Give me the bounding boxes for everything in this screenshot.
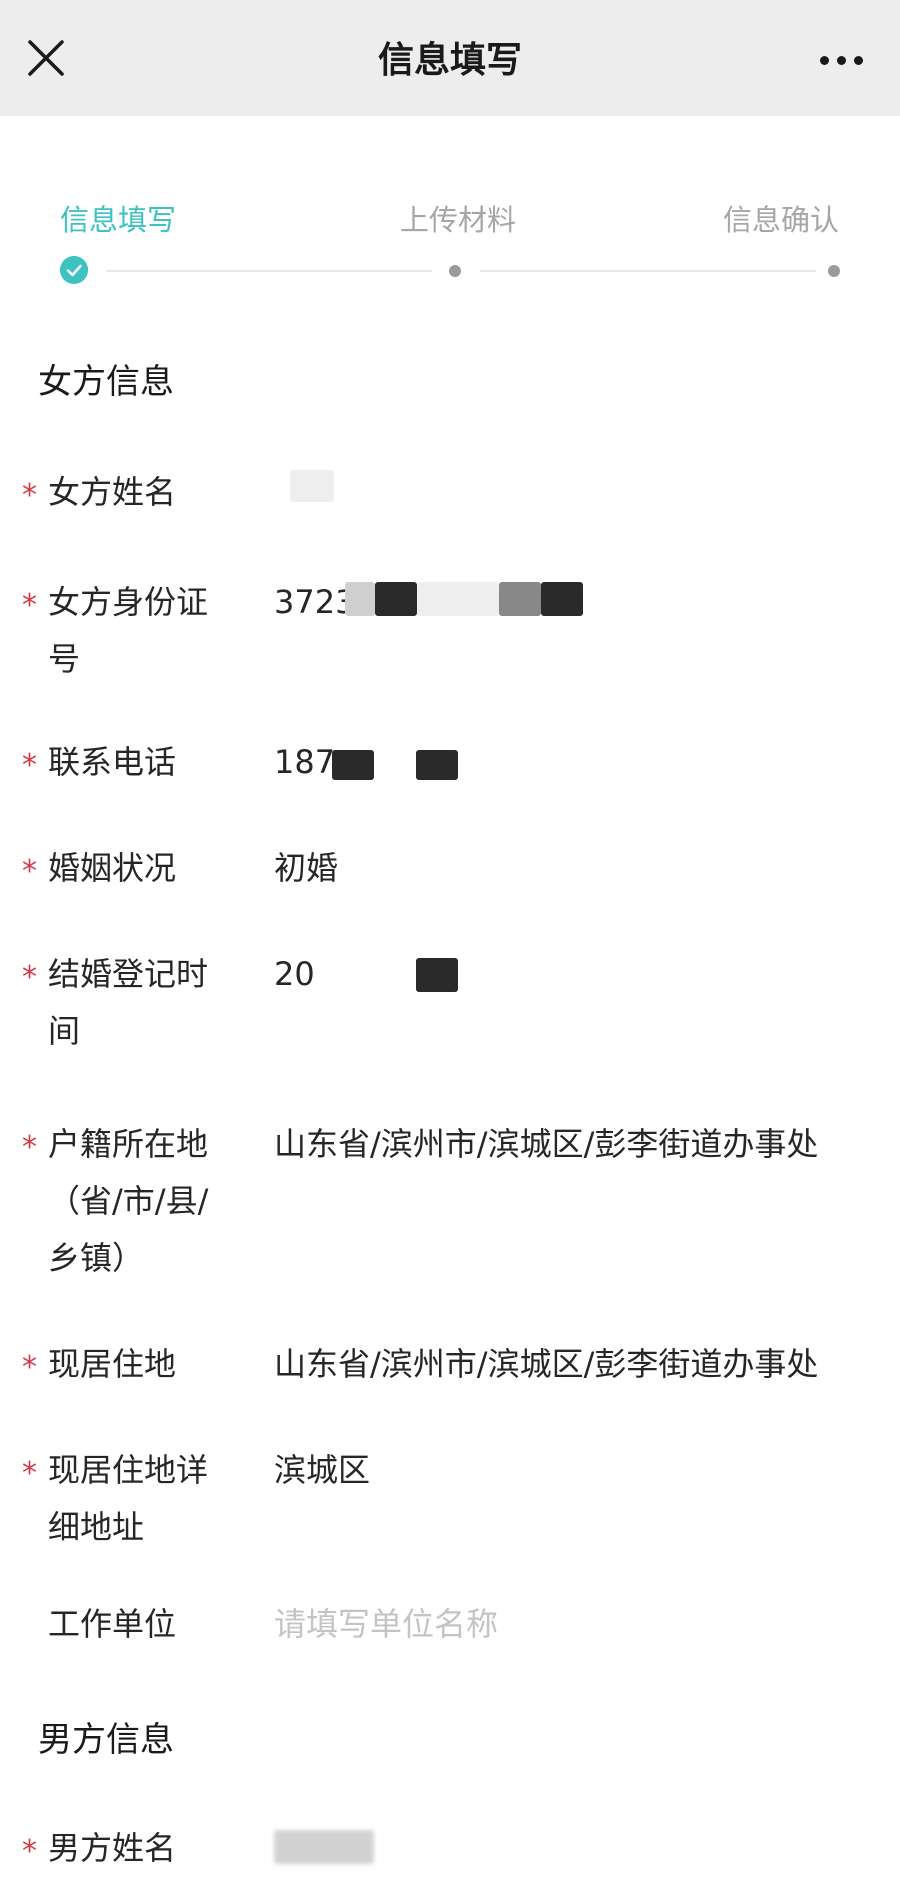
marriage-date-value[interactable]: 20 xyxy=(274,946,315,1003)
redacted-block xyxy=(541,582,583,616)
redacted-block xyxy=(290,470,334,502)
household-registration-value[interactable]: 山东省/滨州市/滨城区/彭李街道办事处 xyxy=(274,1116,818,1173)
male-section-title: 男方信息 xyxy=(38,1720,174,1760)
field-row-female-name[interactable]: * 女方姓名 xyxy=(0,470,900,532)
step-dot-confirm xyxy=(828,265,840,277)
required-star: * xyxy=(22,748,37,783)
required-star: * xyxy=(22,960,37,995)
page-title: 信息填写 xyxy=(377,40,522,81)
required-star: * xyxy=(22,1130,37,1165)
required-star: * xyxy=(22,854,37,889)
field-label: 男方姓名 xyxy=(48,1829,177,1867)
required-star: * xyxy=(22,1834,37,1869)
step-label-confirm: 信息确认 xyxy=(723,203,840,237)
step-label-upload: 上传材料 xyxy=(400,203,517,237)
required-star: * xyxy=(22,1350,37,1385)
form-screen: 信息填写 信息填写 上传材料 信息确认 女方信息 * 女方姓名 * 女方身份证号… xyxy=(0,0,900,1894)
progress-stepper: 信息填写 上传材料 信息确认 xyxy=(0,200,900,290)
redacted-block xyxy=(375,582,417,616)
field-row-male-name[interactable]: * 男方姓名 xyxy=(0,1828,900,1888)
field-row-household-registration[interactable]: * 户籍所在地（省/市/县/乡镇） 山东省/滨州市/滨城区/彭李街道办事处 xyxy=(0,1124,900,1304)
field-row-marital-status[interactable]: * 婚姻状况 初婚 xyxy=(0,848,900,908)
more-dots-icon[interactable] xyxy=(820,52,864,68)
redacted-block xyxy=(417,582,499,616)
field-label: 工作单位 xyxy=(48,1605,177,1643)
redacted-block xyxy=(499,582,541,616)
female-section-title: 女方信息 xyxy=(38,362,174,402)
employer-input[interactable]: 请填写单位名称 xyxy=(274,1596,498,1653)
field-label: 女方姓名 xyxy=(48,473,177,511)
field-row-detailed-address[interactable]: * 现居住地详细地址 滨城区 xyxy=(0,1450,900,1570)
female-id-value[interactable]: 3723 xyxy=(274,574,355,631)
phone-value[interactable]: 187 xyxy=(274,734,335,791)
top-navbar: 信息填写 xyxy=(0,0,900,116)
step-label-fill-info: 信息填写 xyxy=(60,203,177,237)
marital-status-value[interactable]: 初婚 xyxy=(274,840,338,897)
field-row-current-residence[interactable]: * 现居住地 山东省/滨州市/滨城区/彭李街道办事处 xyxy=(0,1344,900,1404)
step-connector-1 xyxy=(106,270,432,272)
redacted-block xyxy=(274,1830,374,1864)
field-label: 现居住地 xyxy=(48,1345,177,1383)
field-row-phone[interactable]: * 联系电话 187 xyxy=(0,742,900,802)
current-residence-value[interactable]: 山东省/滨州市/滨城区/彭李街道办事处 xyxy=(274,1336,818,1393)
detailed-address-value[interactable]: 滨城区 xyxy=(274,1442,370,1499)
field-label: 婚姻状况 xyxy=(48,849,177,887)
field-label: 结婚登记时间 xyxy=(48,955,209,1050)
required-star: * xyxy=(22,1456,37,1491)
required-star: * xyxy=(22,478,37,513)
check-icon xyxy=(60,256,88,284)
field-row-employer[interactable]: 工作单位 请填写单位名称 xyxy=(0,1604,900,1664)
field-label: 女方身份证号 xyxy=(48,583,209,678)
field-row-marriage-date[interactable]: * 结婚登记时间 20 xyxy=(0,954,900,1074)
field-label: 现居住地详细地址 xyxy=(48,1451,209,1546)
redacted-block xyxy=(416,750,458,780)
field-label: 联系电话 xyxy=(48,743,177,781)
required-star: * xyxy=(22,588,37,623)
step-connector-2 xyxy=(480,270,816,272)
redacted-block xyxy=(332,750,374,780)
field-label: 户籍所在地（省/市/县/乡镇） xyxy=(48,1125,209,1277)
step-dot-upload xyxy=(449,265,461,277)
redacted-block xyxy=(416,958,458,992)
field-row-female-id[interactable]: * 女方身份证号 3723 xyxy=(0,582,900,702)
redacted-block xyxy=(345,582,375,616)
